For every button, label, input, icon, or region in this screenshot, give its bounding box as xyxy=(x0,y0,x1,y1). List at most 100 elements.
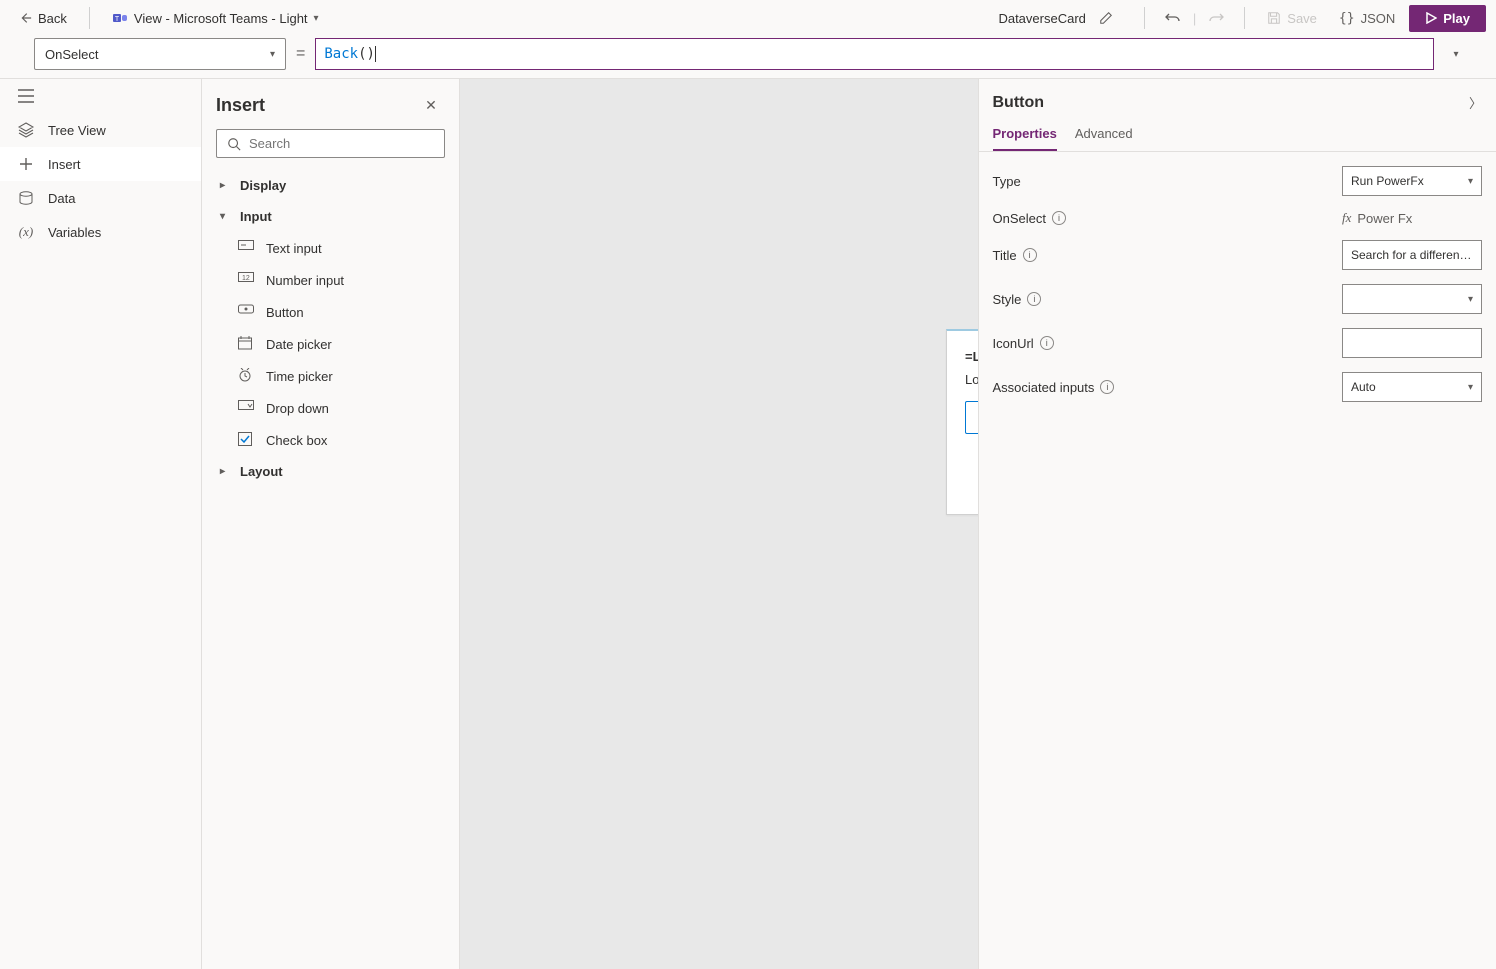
insert-item-dropdown[interactable]: Drop down xyxy=(216,392,445,424)
iconurl-input[interactable] xyxy=(1342,328,1482,358)
canvas[interactable]: =LookUp(account, 'Account Name' = Entere… xyxy=(460,79,978,969)
save-icon xyxy=(1267,11,1281,25)
variable-icon: (x) xyxy=(18,224,34,240)
insert-item-button[interactable]: Button xyxy=(216,296,445,328)
style-select[interactable]: ▾ xyxy=(1342,284,1482,314)
textinput-icon xyxy=(238,240,254,256)
insert-item-date-picker[interactable]: Date picker xyxy=(216,328,445,360)
dropdown-icon xyxy=(238,400,254,416)
top-bar: Back T View - Microsoft Teams - Light ▾ … xyxy=(0,0,1496,36)
category-layout[interactable]: ▸ Layout xyxy=(216,456,445,487)
prop-label: Type xyxy=(993,174,1021,189)
card-action-button[interactable]: Search for a different account xyxy=(965,401,978,434)
nav-item-tree-view[interactable]: Tree View xyxy=(0,113,201,147)
close-panel-button[interactable]: ✕ xyxy=(417,91,445,119)
left-nav: Tree View Insert Data (x) Variables xyxy=(0,79,202,969)
category-display[interactable]: ▸ Display xyxy=(216,170,445,201)
braces-icon: {} xyxy=(1339,11,1355,26)
property-selector-value: OnSelect xyxy=(45,47,98,62)
chevron-down-icon: ▾ xyxy=(270,49,275,60)
property-selector[interactable]: OnSelect ▾ xyxy=(34,38,286,70)
card-name: DataverseCard xyxy=(998,11,1085,26)
prop-row-type: Type Run PowerFx▾ xyxy=(993,166,1483,196)
nav-toggle-button[interactable] xyxy=(0,79,201,113)
insert-search-input[interactable] xyxy=(249,136,434,151)
chevron-down-icon: ▾ xyxy=(220,211,232,222)
formula-function: Back xyxy=(324,46,358,62)
insert-item-checkbox[interactable]: Check box xyxy=(216,424,445,456)
prop-label: IconUrl xyxy=(993,336,1034,351)
save-button[interactable]: Save xyxy=(1259,7,1325,30)
nav-label: Data xyxy=(48,191,75,206)
separator xyxy=(1244,7,1245,29)
category-label: Input xyxy=(240,209,272,224)
category-label: Display xyxy=(240,178,286,193)
info-icon[interactable]: i xyxy=(1052,211,1066,225)
formula-input[interactable]: Back() xyxy=(315,38,1434,70)
card-text[interactable]: LookUp(account, 'Account Name' = Entered… xyxy=(965,372,978,387)
insert-item-text-input[interactable]: Text input xyxy=(216,232,445,264)
prop-label: Style xyxy=(993,292,1022,307)
json-button[interactable]: {} JSON xyxy=(1331,7,1403,30)
redo-button[interactable] xyxy=(1202,4,1230,32)
insert-panel-title: Insert xyxy=(216,95,265,116)
save-label: Save xyxy=(1287,11,1317,26)
insert-panel: Insert ✕ ▸ Display ▾ Input Text input xyxy=(202,79,460,969)
tab-properties[interactable]: Properties xyxy=(993,118,1057,151)
play-label: Play xyxy=(1443,11,1470,26)
insert-item-label: Text input xyxy=(266,241,322,256)
edit-name-button[interactable] xyxy=(1092,4,1120,32)
nav-item-variables[interactable]: (x) Variables xyxy=(0,215,201,249)
info-icon[interactable]: i xyxy=(1100,380,1114,394)
undo-button[interactable] xyxy=(1159,4,1187,32)
formula-args: () xyxy=(358,46,375,62)
view-label: View - Microsoft Teams - Light xyxy=(134,11,308,26)
clock-icon xyxy=(238,368,254,384)
layers-icon xyxy=(18,122,34,138)
chevron-right-icon: ▸ xyxy=(220,466,232,477)
properties-panel: Button 〉 Properties Advanced Type Run Po… xyxy=(978,79,1496,969)
back-button[interactable]: Back xyxy=(10,7,75,30)
svg-text:12: 12 xyxy=(242,275,250,282)
onselect-powerfx-link[interactable]: fxPower Fx xyxy=(1342,210,1482,226)
type-select[interactable]: Run PowerFx▾ xyxy=(1342,166,1482,196)
title-input[interactable]: Search for a different account xyxy=(1342,240,1482,270)
nav-label: Variables xyxy=(48,225,101,240)
info-icon[interactable]: i xyxy=(1023,248,1037,262)
play-icon xyxy=(1425,12,1437,24)
prop-row-iconurl: IconUrl i xyxy=(993,328,1483,358)
category-input[interactable]: ▾ Input xyxy=(216,201,445,232)
insert-item-number-input[interactable]: 12 Number input xyxy=(216,264,445,296)
teams-icon: T xyxy=(112,10,128,26)
prop-label: Title xyxy=(993,248,1017,263)
nav-label: Tree View xyxy=(48,123,106,138)
prop-label: Associated inputs xyxy=(993,380,1095,395)
insert-item-time-picker[interactable]: Time picker xyxy=(216,360,445,392)
card-text-bold[interactable]: =LookUp(account, 'Account Name' = Entere… xyxy=(965,349,978,364)
prop-label: OnSelect xyxy=(993,211,1046,226)
chevron-right-icon: ▸ xyxy=(220,180,232,191)
json-label: JSON xyxy=(1361,11,1396,26)
calendar-icon xyxy=(238,336,254,352)
view-switcher[interactable]: T View - Microsoft Teams - Light ▾ xyxy=(104,6,327,30)
prop-row-title: Titlei Search for a different account xyxy=(993,240,1483,270)
chevron-right-icon[interactable]: 〉 xyxy=(1469,93,1482,112)
nav-item-data[interactable]: Data xyxy=(0,181,201,215)
tab-advanced[interactable]: Advanced xyxy=(1075,118,1133,151)
insert-item-label: Number input xyxy=(266,273,344,288)
text-cursor xyxy=(375,46,376,62)
nav-item-insert[interactable]: Insert xyxy=(0,147,201,181)
separator xyxy=(1144,7,1145,29)
button-icon xyxy=(238,304,254,320)
info-icon[interactable]: i xyxy=(1027,292,1041,306)
card-preview[interactable]: =LookUp(account, 'Account Name' = Entere… xyxy=(946,329,978,515)
insert-search[interactable] xyxy=(216,129,445,158)
info-icon[interactable]: i xyxy=(1040,336,1054,350)
associated-inputs-select[interactable]: Auto▾ xyxy=(1342,372,1482,402)
selected-element-wrapper: Search for a different account ✕ xyxy=(965,401,978,434)
prop-row-style: Stylei ▾ xyxy=(993,284,1483,314)
chevron-down-icon: ▾ xyxy=(1453,49,1458,60)
plus-icon xyxy=(18,156,34,172)
expand-formula-button[interactable]: ▾ xyxy=(1444,49,1468,60)
play-button[interactable]: Play xyxy=(1409,5,1486,32)
